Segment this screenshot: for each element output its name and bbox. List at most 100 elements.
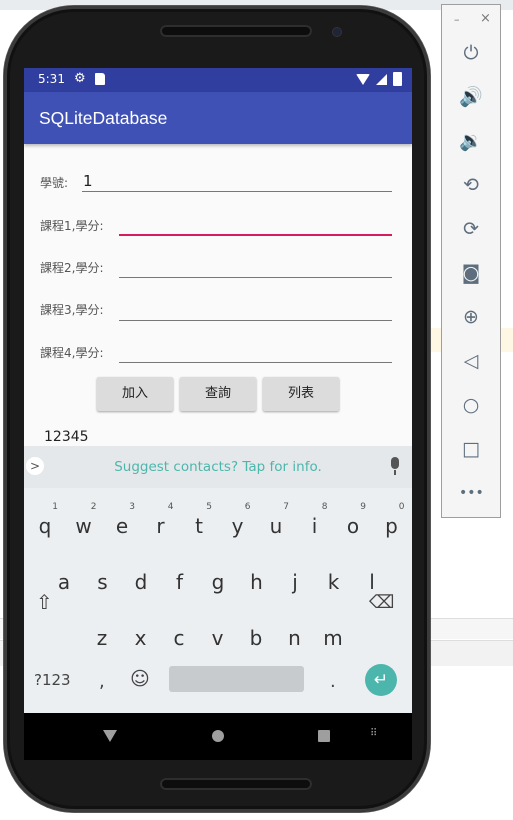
course3-field[interactable] [119, 298, 392, 321]
student-id-value: 1 [83, 172, 93, 190]
key-f[interactable]: f [161, 557, 199, 607]
key-label: c [173, 626, 185, 650]
key-label: d [134, 570, 148, 594]
key-b[interactable]: b [237, 613, 275, 663]
period-key[interactable]: . [330, 671, 336, 692]
key-c[interactable]: c [160, 613, 198, 663]
list-button[interactable]: 列表 [263, 377, 339, 411]
student-id-label: 學號: [40, 176, 69, 190]
comma-key[interactable]: , [99, 671, 105, 692]
add-button[interactable]: 加入 [97, 377, 173, 411]
back-icon[interactable]: ◁ [459, 349, 483, 373]
course4-field[interactable] [119, 340, 392, 363]
nav-home-icon[interactable] [212, 730, 224, 742]
rotate-left-icon[interactable]: ⟲ [459, 173, 483, 197]
shift-key[interactable]: ⇧ [36, 590, 53, 614]
home-icon[interactable]: ○ [459, 393, 483, 417]
key-s[interactable]: s [84, 557, 122, 607]
enter-key[interactable]: ↵ [365, 664, 397, 696]
zoom-icon[interactable]: ⊕ [459, 305, 483, 329]
key-v[interactable]: v [199, 613, 237, 663]
camera-icon[interactable]: ◙ [459, 261, 483, 285]
key-label: x [134, 626, 147, 650]
key-k[interactable]: k [315, 557, 353, 607]
wifi-icon [356, 73, 370, 85]
key-q[interactable]: q1 [26, 501, 64, 551]
course3-label: 課程3,學分: [40, 303, 104, 317]
rotate-right-icon[interactable]: ⟳ [459, 217, 483, 241]
key-label: s [97, 570, 108, 594]
key-u[interactable]: u7 [257, 501, 295, 551]
key-label: p [385, 514, 398, 538]
backspace-key[interactable]: ⌫ [369, 592, 394, 613]
key-d[interactable]: d [122, 557, 160, 607]
nav-back-icon[interactable] [103, 730, 117, 742]
top-speaker [160, 25, 312, 37]
key-hint: 2 [90, 502, 97, 512]
emoji-key[interactable]: ☺ [130, 668, 150, 690]
signal-icon [376, 73, 387, 85]
key-hint: 7 [283, 502, 289, 512]
key-hint: 9 [360, 502, 366, 512]
key-label: n [288, 626, 301, 650]
key-label: i [311, 514, 318, 538]
front-camera [333, 28, 341, 36]
key-r[interactable]: r4 [142, 501, 180, 551]
course2-field[interactable] [119, 255, 392, 278]
key-g[interactable]: g [199, 557, 237, 607]
key-label: l [369, 570, 375, 594]
app-title: SQLiteDatabase [39, 108, 168, 128]
minimize-icon[interactable]: – [454, 13, 460, 26]
key-t[interactable]: t5 [180, 501, 218, 551]
key-label: f [175, 570, 184, 594]
key-n[interactable]: n [276, 613, 314, 663]
key-label: v [211, 626, 224, 650]
course1-field[interactable] [119, 212, 392, 236]
key-p[interactable]: p0 [373, 501, 411, 551]
key-label: h [250, 570, 263, 594]
more-icon[interactable]: ••• [459, 481, 484, 505]
key-i[interactable]: i8 [296, 501, 334, 551]
query-button[interactable]: 查詢 [180, 377, 256, 411]
app-bar: SQLiteDatabase [24, 92, 412, 144]
device-screen: 5:31 ⚙ SQLiteDatabase 學號: 1 課程1,學分: 課程2,… [24, 68, 412, 760]
bottom-speaker [160, 778, 312, 790]
symbols-key[interactable]: ?123 [34, 671, 71, 689]
key-label: u [269, 514, 283, 538]
key-o[interactable]: o9 [334, 501, 372, 551]
nav-recents-icon[interactable] [318, 730, 330, 742]
suggestion-strip: > Suggest contacts? Tap for info. [24, 446, 412, 488]
course2-label: 課程2,學分: [40, 261, 104, 275]
keyboard-switch-icon[interactable]: ⠿ [370, 728, 377, 739]
course4-label: 課程4,學分: [40, 346, 104, 360]
microphone-stand [394, 470, 396, 475]
key-hint: 0 [398, 502, 405, 512]
volume-up-icon[interactable]: 🔊 [459, 85, 483, 109]
suggestion-text[interactable]: Suggest contacts? Tap for info. [24, 459, 412, 475]
key-z[interactable]: z [83, 613, 121, 663]
key-m[interactable]: m [314, 613, 352, 663]
microphone-icon[interactable] [391, 457, 399, 469]
key-w[interactable]: w2 [65, 501, 103, 551]
key-label: g [211, 570, 225, 594]
key-label: w [75, 514, 92, 538]
student-id-field[interactable]: 1 [82, 169, 392, 192]
emulator-toolbar: – × ⏻ 🔊 🔉 ⟲ ⟳ ◙ ⊕ ◁ ○ □ ••• [441, 4, 501, 518]
overview-icon[interactable]: □ [459, 437, 483, 461]
key-j[interactable]: j [276, 557, 314, 607]
key-e[interactable]: e3 [103, 501, 141, 551]
close-icon[interactable]: × [480, 11, 491, 26]
volume-down-icon[interactable]: 🔉 [459, 129, 483, 153]
key-hint: 6 [244, 502, 251, 512]
key-hint: 8 [321, 502, 328, 512]
key-label: k [327, 570, 340, 594]
key-label: t [195, 514, 203, 538]
key-x[interactable]: x [122, 613, 160, 663]
key-label: z [96, 626, 108, 650]
key-hint: 3 [129, 502, 135, 512]
key-h[interactable]: h [238, 557, 276, 607]
key-y[interactable]: y6 [219, 501, 257, 551]
key-label: j [292, 570, 298, 594]
power-icon[interactable]: ⏻ [459, 41, 483, 65]
space-key[interactable] [169, 666, 304, 692]
